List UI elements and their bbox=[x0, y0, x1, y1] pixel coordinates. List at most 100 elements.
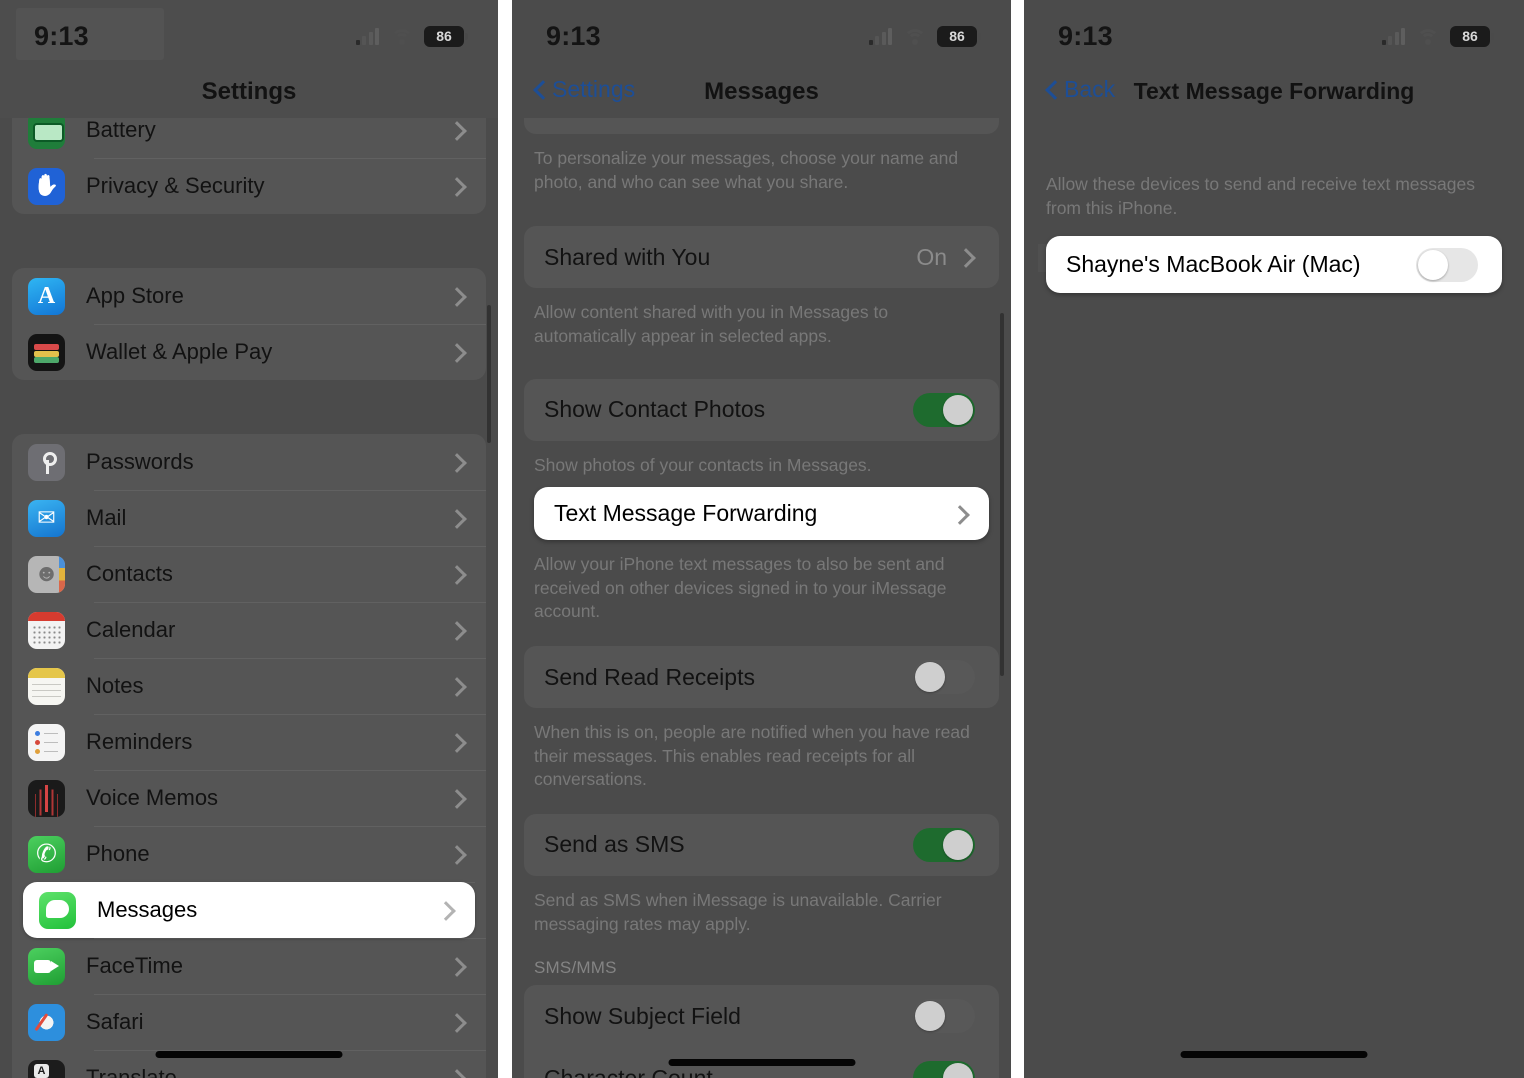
sidebar-item-wallet-apple-pay[interactable]: Wallet & Apple Pay bbox=[12, 324, 486, 380]
row-label: Privacy & Security bbox=[86, 173, 265, 198]
row-label: Show Subject Field bbox=[544, 1002, 741, 1029]
reminders-icon bbox=[28, 723, 65, 761]
row-show-subject-field[interactable]: Show Subject Field bbox=[524, 985, 999, 1047]
chevron-right-icon bbox=[450, 452, 462, 472]
status-time: 9:13 bbox=[1058, 20, 1113, 51]
row-device-shaynes-macbook-air[interactable]: Shayne's MacBook Air (Mac) bbox=[1046, 236, 1502, 294]
battery-icon: 86 bbox=[937, 25, 981, 47]
status-time: 9:13 bbox=[34, 20, 89, 51]
row-show-contact-photos[interactable]: Show Contact Photos bbox=[524, 379, 999, 441]
sidebar-item-battery[interactable]: Battery bbox=[12, 118, 486, 158]
row-text-message-forwarding[interactable]: Text Message Forwarding bbox=[534, 487, 989, 541]
panel-gap-2 bbox=[1011, 0, 1024, 1078]
chevron-right-icon bbox=[450, 732, 462, 752]
chevron-right-icon bbox=[450, 956, 462, 976]
send-read-receipts-footnote: When this is on, people are notified whe… bbox=[534, 722, 970, 790]
sidebar-item-mail[interactable]: Mail bbox=[12, 490, 486, 546]
row-label: Passwords bbox=[86, 449, 194, 474]
send-read-receipts-group: Send Read Receipts bbox=[524, 646, 999, 708]
row-send-read-receipts[interactable]: Send Read Receipts bbox=[524, 646, 999, 708]
row-label: Send Read Receipts bbox=[544, 663, 755, 690]
device-forwarding-toggle[interactable] bbox=[1416, 247, 1478, 282]
sidebar-item-facetime[interactable]: FaceTime bbox=[12, 938, 486, 994]
voice-memos-icon bbox=[28, 779, 65, 817]
chevron-right-icon bbox=[450, 620, 462, 640]
shared-with-you-footnote: Allow content shared with you in Message… bbox=[534, 302, 889, 346]
row-label: Text Message Forwarding bbox=[554, 500, 818, 527]
facetime-icon bbox=[28, 947, 65, 985]
share-name-photo-group: Share Name and Photo On bbox=[524, 118, 999, 134]
sidebar-item-phone[interactable]: Phone bbox=[12, 826, 486, 882]
phone-panel-text-message-forwarding: 9:13 86 Back Text Message Forwarding All… bbox=[1024, 0, 1524, 1078]
panel1-list[interactable]: Battery Privacy & Security App Store bbox=[0, 118, 498, 1078]
sidebar-item-safari[interactable]: Safari bbox=[12, 994, 486, 1050]
sidebar-item-notes[interactable]: Notes bbox=[12, 658, 486, 714]
safari-icon bbox=[28, 1003, 65, 1041]
show-contact-photos-group: Show Contact Photos bbox=[524, 378, 999, 441]
show-contact-photos-toggle[interactable] bbox=[913, 392, 975, 427]
chevron-right-icon bbox=[450, 286, 462, 306]
row-label: Reminders bbox=[86, 729, 193, 754]
battery-icon: 86 bbox=[1450, 25, 1494, 47]
chevron-right-icon bbox=[450, 176, 462, 196]
sidebar-item-calendar[interactable]: Calendar bbox=[12, 602, 486, 658]
sidebar-item-messages[interactable]: Messages bbox=[23, 882, 475, 938]
status-indicators: 86 bbox=[355, 25, 468, 47]
row-shared-with-you[interactable]: Shared with You On bbox=[524, 226, 999, 288]
chevron-right-icon bbox=[439, 900, 451, 920]
character-count-toggle[interactable] bbox=[913, 1061, 975, 1078]
scrollbar-indicator[interactable] bbox=[1000, 313, 1004, 676]
row-label: Send as SMS bbox=[544, 831, 685, 858]
row-label: Notes bbox=[86, 673, 144, 698]
page-title: Messages bbox=[704, 78, 819, 105]
panel2-list[interactable]: Share Name and Photo On To personalize y… bbox=[512, 118, 1011, 1078]
send-as-sms-toggle[interactable] bbox=[913, 827, 975, 862]
settings-group-1: Battery Privacy & Security bbox=[12, 118, 486, 214]
show-contact-photos-footnote: Show photos of your contacts in Messages… bbox=[534, 454, 872, 475]
row-label: App Store bbox=[86, 283, 184, 308]
send-as-sms-footnote: Send as SMS when iMessage is unavailable… bbox=[534, 889, 942, 934]
scrollbar-indicator[interactable] bbox=[487, 305, 491, 443]
home-indicator bbox=[155, 1051, 343, 1058]
page-title: Settings bbox=[201, 78, 297, 105]
privacy-hand-icon bbox=[28, 167, 65, 205]
row-share-name-and-photo[interactable]: Share Name and Photo On bbox=[524, 118, 999, 134]
row-label: Phone bbox=[86, 841, 150, 866]
cellular-signal-icon bbox=[355, 27, 379, 45]
sidebar-item-contacts[interactable]: Contacts bbox=[12, 546, 486, 602]
row-label: Messages bbox=[97, 897, 198, 922]
contacts-icon bbox=[28, 555, 65, 593]
panel3-content: Allow these devices to send and receive … bbox=[1024, 118, 1524, 1078]
row-label: Safari bbox=[86, 1009, 144, 1034]
status-indicators: 86 bbox=[868, 25, 981, 47]
chevron-right-icon bbox=[450, 1068, 462, 1078]
row-label: Contacts bbox=[86, 561, 173, 586]
share-name-photo-footnote: To personalize your messages, choose you… bbox=[534, 148, 959, 192]
battery-app-icon bbox=[28, 118, 65, 149]
wallet-icon bbox=[28, 333, 65, 371]
status-bar: 9:13 86 bbox=[512, 0, 1011, 58]
mail-icon bbox=[28, 499, 65, 537]
row-send-as-sms[interactable]: Send as SMS bbox=[524, 814, 999, 876]
show-subject-field-toggle[interactable] bbox=[913, 999, 975, 1034]
cellular-signal-icon bbox=[868, 27, 892, 45]
row-label: Translate bbox=[86, 1065, 177, 1078]
row-label: Battery bbox=[86, 118, 156, 142]
notes-icon bbox=[28, 667, 65, 705]
chevron-right-icon bbox=[450, 844, 462, 864]
sidebar-item-passwords[interactable]: Passwords bbox=[12, 434, 486, 490]
chevron-right-icon bbox=[450, 676, 462, 696]
send-read-receipts-toggle[interactable] bbox=[913, 660, 975, 694]
chevron-right-icon bbox=[450, 788, 462, 808]
app-store-icon bbox=[28, 277, 65, 315]
sidebar-item-voice-memos[interactable]: Voice Memos bbox=[12, 770, 486, 826]
sidebar-item-app-store[interactable]: App Store bbox=[12, 268, 486, 324]
wifi-icon bbox=[903, 28, 926, 45]
row-value: On bbox=[916, 243, 947, 270]
row-label: Shared with You bbox=[544, 243, 711, 270]
sidebar-item-privacy-security[interactable]: Privacy & Security bbox=[12, 158, 486, 214]
row-label: Character Count bbox=[544, 1064, 713, 1078]
home-indicator bbox=[668, 1059, 855, 1066]
sidebar-item-reminders[interactable]: Reminders bbox=[12, 714, 486, 770]
sms-mms-section-header: SMS/MMS bbox=[534, 958, 617, 978]
